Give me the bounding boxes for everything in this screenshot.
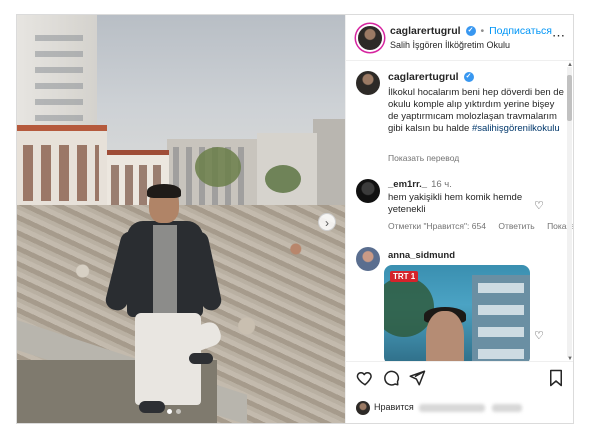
comment-media[interactable]: TRT 1 xyxy=(384,265,530,361)
comment-like-icon[interactable]: ♡ xyxy=(534,199,544,212)
author-avatar[interactable] xyxy=(358,26,382,50)
like-heart-icon[interactable] xyxy=(356,369,374,387)
commenter-avatar[interactable] xyxy=(356,179,380,203)
carousel-next-icon[interactable]: › xyxy=(318,213,336,231)
author-line: caglarertugrul ✓ • Подписаться xyxy=(390,25,552,37)
post-photo[interactable]: › xyxy=(17,15,345,423)
comments-scrollbar[interactable] xyxy=(567,67,572,357)
media-building xyxy=(472,275,530,361)
bookmark-icon[interactable] xyxy=(548,369,564,387)
comment-likes-count[interactable]: Отметки "Нравится": 654 xyxy=(388,221,486,231)
comment-text: hem yakişikli hem komik hemde yetenekli xyxy=(388,192,523,215)
commenter-username[interactable]: anna_sidmund xyxy=(388,250,455,261)
share-send-icon[interactable] xyxy=(408,369,426,387)
post-actions-bar xyxy=(346,361,573,393)
photo-building xyxy=(17,125,107,213)
more-options-icon[interactable]: ⋯ xyxy=(552,28,566,44)
verified-icon: ✓ xyxy=(465,26,476,37)
photo-building xyxy=(313,119,345,213)
comment-like-icon[interactable]: ♡ xyxy=(534,329,544,342)
carousel-dot xyxy=(167,409,172,414)
instagram-post-modal: › caglarertugrul ✓ • Подписаться Salih İ… xyxy=(16,14,574,424)
caption-author-avatar[interactable] xyxy=(356,71,380,95)
verified-icon: ✓ xyxy=(463,72,474,83)
commenter-avatar[interactable] xyxy=(356,247,380,271)
caption-text: İlkokul hocalarım beni hep döverdi ben d… xyxy=(388,87,566,135)
comments-section: caglarertugrul ✓ İlkokul hocalarım beni … xyxy=(346,61,573,361)
photo-person xyxy=(103,184,224,423)
likes-prefix: Нравится xyxy=(374,402,414,412)
likes-row: Нравится xyxy=(346,393,573,423)
comment-meta: Отметки "Нравится": 654 Ответить Показат xyxy=(388,221,573,231)
blurred-username xyxy=(419,403,486,412)
person-shoe xyxy=(189,353,213,364)
post-header: caglarertugrul ✓ • Подписаться Salih İşg… xyxy=(346,15,573,61)
media-face xyxy=(426,311,464,361)
carousel-dot xyxy=(176,409,181,414)
commenter-username[interactable]: _em1rr._ xyxy=(388,179,427,190)
likes-summary[interactable]: Нравится xyxy=(374,402,522,412)
person-shoe xyxy=(139,401,165,413)
person-shirt xyxy=(153,225,177,315)
separator-dot: • xyxy=(480,25,485,37)
liker-avatar[interactable] xyxy=(356,401,370,415)
photo-tree xyxy=(265,165,301,193)
scrollbar-thumb[interactable] xyxy=(567,75,572,121)
person-hair xyxy=(147,184,181,198)
comment-header: _em1rr._ 16 ч. xyxy=(388,179,452,190)
author-username[interactable]: caglarertugrul xyxy=(390,25,461,37)
comment-bubble-icon[interactable] xyxy=(382,369,400,387)
post-side-panel: caglarertugrul ✓ • Подписаться Salih İşg… xyxy=(345,15,573,423)
photo-tree xyxy=(195,147,241,187)
caption-author-line: caglarertugrul ✓ xyxy=(388,71,474,83)
caption-hashtag[interactable]: #salihişgörenilkokulu xyxy=(472,123,560,134)
blurred-likes-text xyxy=(491,403,522,412)
show-translation-link[interactable]: Показать перевод xyxy=(388,153,459,163)
comment-time: 16 ч. xyxy=(431,179,452,190)
comment-reply-button[interactable]: Ответить xyxy=(498,221,534,231)
follow-button[interactable]: Подписаться xyxy=(489,25,552,37)
carousel-dots xyxy=(167,409,181,414)
post-location[interactable]: Salih İşgören İlköğretim Okulu xyxy=(390,40,510,50)
channel-badge: TRT 1 xyxy=(390,271,419,282)
caption-username[interactable]: caglarertugrul xyxy=(388,71,459,83)
